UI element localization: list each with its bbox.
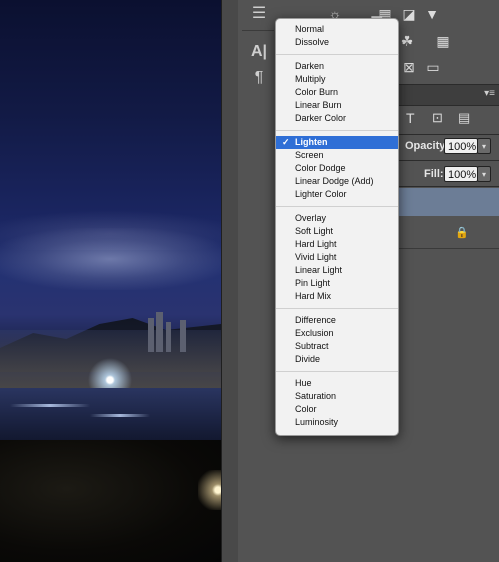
blend-mode-label: Color Burn (295, 87, 339, 97)
selective-color-icon[interactable]: ▭ (424, 59, 442, 75)
blend-mode-label: Exclusion (295, 328, 334, 338)
blend-mode-label: Hard Light (295, 239, 337, 249)
blend-mode-item[interactable]: Screen (276, 149, 398, 162)
menu-separator (276, 130, 398, 131)
blend-mode-item[interactable]: Overlay (276, 212, 398, 225)
blend-mode-item[interactable]: Lighter Color (276, 188, 398, 201)
blend-mode-label: Pin Light (295, 278, 331, 288)
blend-mode-label: Color Dodge (295, 163, 346, 173)
blend-mode-label: Color (295, 404, 317, 414)
blend-mode-label: Darker Color (295, 113, 347, 123)
color-lookup-icon[interactable]: ▦ (434, 33, 452, 49)
sliders-icon[interactable]: ☰ (246, 2, 272, 26)
vibrance-icon[interactable]: ▼ (423, 6, 441, 22)
opacity-dropdown-icon[interactable]: ▾ (477, 138, 491, 154)
blend-mode-label: Divide (295, 354, 321, 364)
building (156, 312, 163, 352)
blend-mode-item[interactable]: Color (276, 403, 398, 416)
light-streak (90, 414, 150, 417)
building (180, 320, 186, 352)
menu-separator (276, 308, 398, 309)
blend-mode-label: Linear Light (295, 265, 343, 275)
menu-separator (276, 54, 398, 55)
panel-menu-icon[interactable]: ▾≡ (484, 88, 495, 99)
blend-mode-label: Linear Burn (295, 100, 342, 110)
blend-mode-label: Luminosity (295, 417, 339, 427)
blend-mode-item[interactable]: ✓ Lighten (276, 136, 398, 149)
blend-mode-label: Linear Dodge (Add) (295, 176, 374, 186)
type-filter-icon[interactable]: T (406, 110, 415, 126)
blend-mode-label: Multiply (295, 74, 326, 84)
blend-mode-label: Screen (295, 150, 324, 160)
blend-mode-item[interactable]: Pin Light (276, 277, 398, 290)
blend-mode-item[interactable]: Subtract (276, 340, 398, 353)
blend-mode-item[interactable]: Normal (276, 23, 398, 36)
gradient-map-icon[interactable]: ⊠ (400, 59, 418, 75)
checkmark-icon: ✓ (282, 137, 290, 147)
light-streak (10, 404, 90, 407)
blend-mode-item[interactable]: Color Dodge (276, 162, 398, 175)
city-lights (0, 330, 221, 390)
blend-mode-item[interactable]: Color Burn (276, 86, 398, 99)
opacity-label: Opacity: (405, 140, 450, 152)
blend-mode-label: Subtract (295, 341, 329, 351)
fill-label: Fill: (424, 168, 444, 180)
blend-mode-item[interactable]: Multiply (276, 73, 398, 86)
blend-mode-menu: Normal Dissolve Darken Multiply Color Burn Li… (275, 18, 399, 436)
blend-mode-label: Soft Light (295, 226, 334, 236)
blend-mode-label: Hard Mix (295, 291, 332, 301)
blend-mode-item[interactable]: Darken (276, 60, 398, 73)
blend-mode-item[interactable]: Saturation (276, 390, 398, 403)
blend-mode-item[interactable]: Hue (276, 377, 398, 390)
blend-mode-item[interactable]: Soft Light (276, 225, 398, 238)
blend-mode-label: Lighten (295, 137, 328, 147)
blend-mode-label: Darken (295, 61, 325, 71)
exposure-icon[interactable]: ◪ (400, 6, 418, 22)
blend-mode-label: Saturation (295, 391, 337, 401)
blend-mode-item[interactable]: Hard Light (276, 238, 398, 251)
blend-mode-item[interactable]: Difference (276, 314, 398, 327)
blend-mode-label: Normal (295, 24, 325, 34)
blend-mode-item[interactable]: Linear Dodge (Add) (276, 175, 398, 188)
character-icon[interactable]: A| (246, 40, 272, 64)
shape-filter-icon[interactable]: ⊡ (432, 110, 443, 126)
lock-icon: 🔒 (455, 227, 469, 239)
bay-water (0, 388, 221, 448)
opacity-field[interactable]: 100% (444, 138, 478, 154)
photo-canvas[interactable] (0, 0, 221, 562)
blend-mode-item[interactable]: Hard Mix (276, 290, 398, 303)
building (166, 322, 171, 352)
foreground-trees (0, 440, 221, 562)
menu-separator (276, 206, 398, 207)
panel-dock-strip: ☰ A| ¶ (238, 0, 279, 562)
paragraph-icon[interactable]: ¶ (246, 66, 272, 90)
street-lamp (198, 470, 221, 510)
fill-dropdown-icon[interactable]: ▾ (477, 166, 491, 182)
blend-mode-label: Lighter Color (295, 189, 347, 199)
blend-mode-label: Hue (295, 378, 312, 388)
divider (242, 30, 274, 31)
blend-mode-label: Overlay (295, 213, 327, 223)
smart-object-filter-icon[interactable]: ▤ (458, 110, 470, 126)
blend-mode-item[interactable]: Exclusion (276, 327, 398, 340)
channel-mixer-icon[interactable]: ☘ (398, 33, 416, 49)
cloud-band (0, 228, 221, 290)
menu-separator (276, 371, 398, 372)
blend-mode-item[interactable]: Luminosity (276, 416, 398, 429)
blend-mode-item[interactable]: Divide (276, 353, 398, 366)
blend-mode-item[interactable]: Linear Burn (276, 99, 398, 112)
blend-mode-label: Difference (295, 315, 336, 325)
building (148, 318, 154, 352)
blend-mode-item[interactable]: Dissolve (276, 36, 398, 49)
blend-mode-item[interactable]: Linear Light (276, 264, 398, 277)
blend-mode-label: Vivid Light (295, 252, 337, 262)
blend-mode-item[interactable]: Darker Color (276, 112, 398, 125)
blend-mode-item[interactable]: Vivid Light (276, 251, 398, 264)
fill-field[interactable]: 100% (444, 166, 478, 182)
canvas-scroll-edge[interactable] (221, 0, 239, 562)
blend-mode-label: Dissolve (295, 37, 330, 47)
